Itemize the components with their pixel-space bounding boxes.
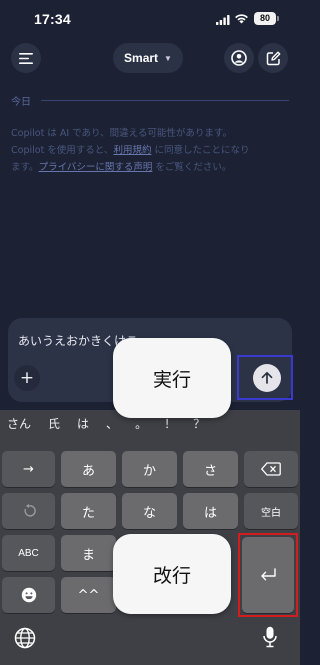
arrow-key[interactable]: → [2, 451, 55, 487]
key-ha[interactable]: は [183, 493, 238, 529]
battery-level: 80 [254, 12, 276, 25]
candidate-item[interactable]: は [77, 415, 89, 432]
backspace-icon [261, 462, 281, 476]
new-chat-button[interactable] [258, 43, 288, 73]
enter-key-highlight-frame [238, 533, 298, 617]
microphone-icon[interactable] [263, 626, 277, 648]
delete-key[interactable] [244, 451, 298, 487]
candidate-item[interactable]: さん [7, 415, 31, 432]
undo-key[interactable] [2, 493, 55, 529]
abc-key[interactable]: ABC [2, 535, 55, 571]
send-button-highlight-frame [237, 355, 293, 400]
disclaimer-text-segment: Copilot を使用すると、 [11, 145, 114, 156]
battery-tip [277, 16, 279, 21]
emoji-icon [21, 587, 36, 603]
hamburger-menu-icon [19, 52, 33, 64]
user-avatar-icon [231, 50, 247, 66]
disclaimer-text-segment: をご覧ください。 [152, 162, 232, 173]
key-ma[interactable]: ま [61, 535, 116, 571]
privacy-statement-link[interactable]: プライバシーに関する声明 [39, 162, 153, 173]
date-label: 今日 [11, 96, 31, 108]
model-selector-button[interactable]: Smart ▼ [113, 43, 183, 73]
disclaimer-line-1: Copilot は AI であり、間違える可能性があります。 [11, 128, 232, 139]
candidate-item[interactable]: 、 [106, 415, 118, 432]
plus-icon: + [19, 368, 35, 388]
key-a[interactable]: あ [61, 451, 116, 487]
execute-annotation: 実行 [113, 338, 231, 418]
key-ka[interactable]: か [122, 451, 177, 487]
compose-icon [266, 51, 280, 65]
status-time: 17:34 [34, 11, 71, 27]
key-na[interactable]: な [122, 493, 177, 529]
account-button[interactable] [224, 43, 254, 73]
undo-icon [23, 504, 36, 517]
status-bar: 17:34 80 [0, 0, 300, 38]
key-sa[interactable]: さ [183, 451, 238, 487]
date-separator: 今日 [11, 92, 289, 108]
attach-button[interactable]: + [14, 365, 40, 391]
disclaimer-line-2: Copilot を使用すると、利用規約 に同意したことになり [11, 142, 296, 159]
terms-of-use-link[interactable]: 利用規約 [113, 145, 151, 156]
arrow-right-icon: → [23, 461, 34, 477]
space-key[interactable]: 空白 [244, 493, 298, 529]
chevron-down-icon: ▼ [164, 53, 172, 63]
newline-annotation: 改行 [113, 534, 231, 614]
disclaimer-line-3: ます。プライバシーに関する声明 をご覧ください。 [11, 159, 296, 176]
model-label: Smart [124, 51, 159, 65]
disclaimer-text-segment: ます。 [11, 162, 39, 173]
key-ta[interactable]: た [61, 493, 116, 529]
disclaimer-text-segment: に同意したことになり [151, 145, 250, 156]
emoji-key[interactable] [2, 577, 55, 613]
key-kaomoji[interactable]: ^^ [61, 577, 116, 613]
disclaimer-text: Copilot は AI であり、間違える可能性があります。 Copilot を… [11, 125, 296, 176]
cellular-signal-icon [216, 15, 230, 25]
menu-button[interactable] [11, 43, 41, 73]
wifi-icon [235, 14, 248, 24]
date-divider-line [41, 99, 289, 101]
candidate-item[interactable]: 氏 [48, 415, 60, 432]
globe-icon[interactable] [14, 627, 36, 649]
